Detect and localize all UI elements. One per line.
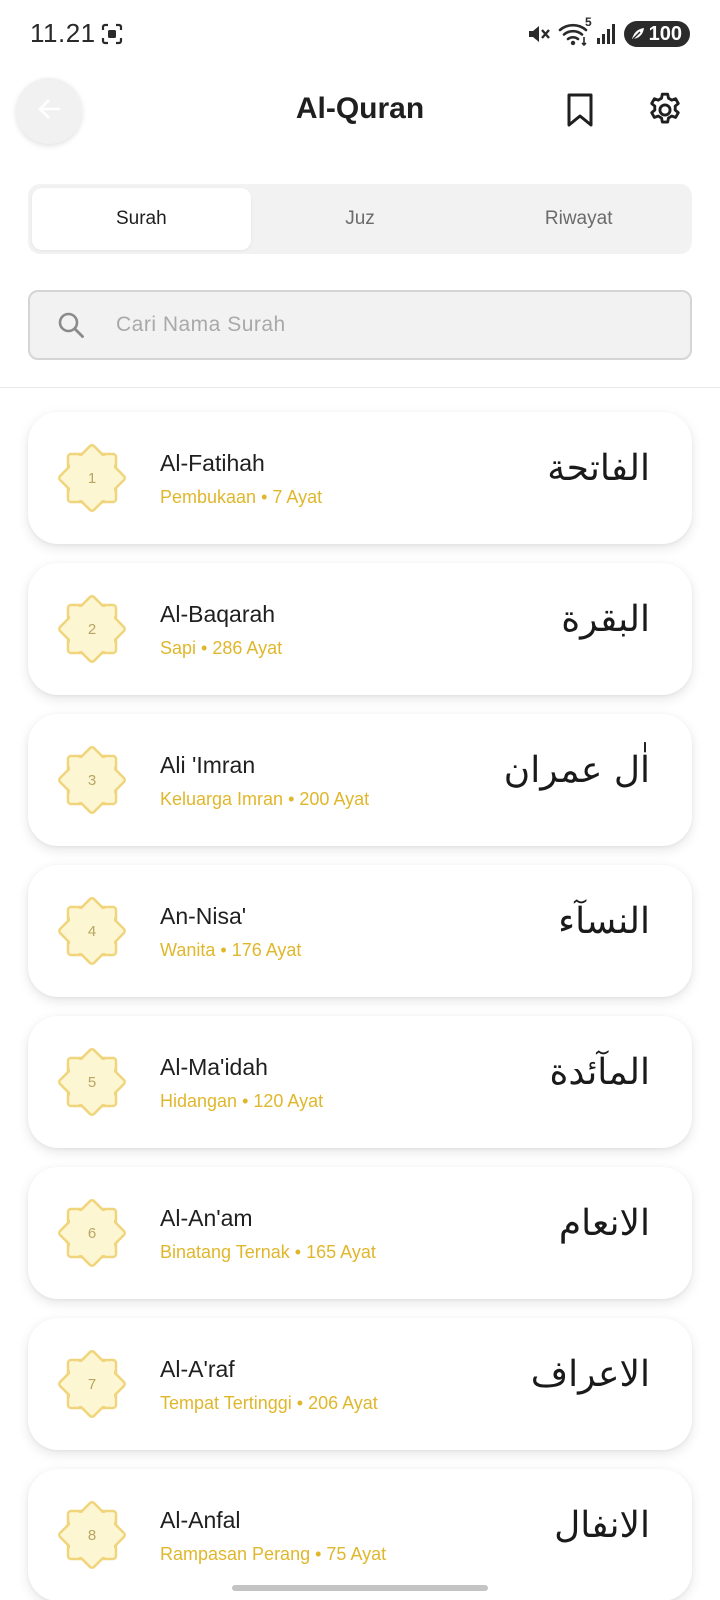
surah-name: Al-Anfal	[160, 1507, 241, 1533]
surah-number: 3	[87, 771, 97, 789]
surah-name: Al-Baqarah	[160, 601, 276, 627]
surah-number: 5	[87, 1073, 97, 1091]
surah-ayat-count: 200 Ayat	[299, 789, 370, 809]
settings-button[interactable]	[644, 91, 686, 133]
bookmark-button[interactable]	[562, 92, 598, 132]
status-time: 11.21	[30, 18, 96, 48]
surah-meaning: Rampasan Perang	[160, 1544, 311, 1564]
surah-arabic-name: الفاتحة	[547, 448, 650, 489]
search-input[interactable]	[116, 292, 690, 358]
surah-meta: Binatang Ternak • 165 Ayat	[160, 1242, 376, 1263]
surah-card-2[interactable]: 2 Al-Baqarah Sapi • 286 Ayat البقرة	[28, 563, 692, 695]
surah-number-badge: 1	[54, 440, 130, 516]
search-icon	[56, 310, 86, 340]
search-box[interactable]	[28, 290, 692, 360]
meta-separator: •	[315, 1544, 327, 1564]
meta-separator: •	[220, 940, 232, 960]
surah-arabic-name: الاعراف	[530, 1354, 650, 1395]
surah-name: Al-Fatihah	[160, 450, 265, 476]
surah-meaning: Sapi	[160, 638, 197, 658]
surah-number: 2	[87, 620, 97, 638]
status-icons: 5 100	[526, 15, 690, 48]
surah-meta: Pembukaan • 7 Ayat	[160, 487, 322, 508]
surah-name: An-Nisa'	[160, 903, 247, 929]
status-bar: 11.21 5 100	[0, 0, 720, 68]
surah-ayat-count: 176 Ayat	[231, 940, 302, 960]
surah-name: Al-An'am	[160, 1205, 253, 1231]
surah-meta: Rampasan Perang • 75 Ayat	[160, 1544, 386, 1565]
surah-number-badge: 3	[54, 742, 130, 818]
bookmark-icon	[566, 92, 594, 133]
surah-number: 4	[87, 922, 97, 940]
surah-number-badge: 7	[54, 1346, 130, 1422]
app-screen: 11.21 5 100 Al-Quran Surah Juz Riwayat C…	[0, 0, 720, 1600]
surah-ayat-count: 286 Ayat	[212, 638, 283, 658]
meta-separator: •	[296, 1393, 309, 1413]
meta-separator: •	[288, 789, 300, 809]
meta-separator: •	[294, 1242, 307, 1262]
surah-number-badge: 8	[54, 1497, 130, 1573]
surah-ayat-count: 7 Ayat	[272, 487, 323, 507]
surah-meaning: Pembukaan	[160, 487, 257, 507]
network-label: 5	[584, 15, 592, 29]
surah-name: Al-Ma'idah	[160, 1054, 268, 1080]
surah-card-4[interactable]: 4 An-Nisa' Wanita • 176 Ayat النسآء	[28, 865, 692, 997]
surah-number: 1	[87, 469, 97, 487]
surah-card-8[interactable]: 8 Al-Anfal Rampasan Perang • 75 Ayat الا…	[28, 1469, 692, 1600]
mute-icon	[526, 22, 552, 46]
battery-level: 100	[648, 22, 682, 45]
surah-card-1[interactable]: 1 Al-Fatihah Pembukaan • 7 Ayat الفاتحة	[28, 412, 692, 544]
surah-meta: Sapi • 286 Ayat	[160, 638, 282, 659]
surah-number: 8	[87, 1526, 97, 1544]
tab-riwayat[interactable]: Riwayat	[469, 188, 688, 250]
surah-meaning: Tempat Tertinggi	[160, 1393, 292, 1413]
meta-separator: •	[242, 1091, 254, 1111]
surah-number: 6	[87, 1224, 97, 1242]
surah-meta: Wanita • 176 Ayat	[160, 940, 301, 961]
surah-ayat-count: 75 Ayat	[326, 1544, 387, 1564]
battery-saver-icon	[630, 26, 646, 42]
surah-meaning: Keluarga Imran	[160, 789, 284, 809]
battery-indicator: 100	[623, 21, 690, 47]
surah-meta: Keluarga Imran • 200 Ayat	[160, 789, 369, 810]
wifi-icon: 5	[558, 15, 592, 47]
surah-number: 7	[87, 1375, 97, 1393]
surah-number-badge: 5	[54, 1044, 130, 1120]
app-header: Al-Quran	[0, 76, 720, 150]
surah-arabic-name: الانعام	[558, 1203, 650, 1244]
surah-meta: Tempat Tertinggi • 206 Ayat	[160, 1393, 378, 1414]
surah-card-3[interactable]: 3 Ali 'Imran Keluarga Imran • 200 Ayat ا…	[28, 714, 692, 846]
surah-card-5[interactable]: 5 Al-Ma'idah Hidangan • 120 Ayat المآئدة	[28, 1016, 692, 1148]
surah-ayat-count: 120 Ayat	[253, 1091, 324, 1111]
surah-arabic-name: المآئدة	[549, 1052, 650, 1093]
gear-icon	[646, 91, 684, 134]
surah-number-badge: 6	[54, 1195, 130, 1271]
signal-icon	[596, 23, 618, 45]
screenshot-icon	[100, 22, 124, 46]
surah-meaning: Binatang Ternak	[160, 1242, 290, 1262]
surah-number-badge: 4	[54, 893, 130, 969]
surah-arabic-name: النسآء	[558, 901, 650, 942]
meta-separator: •	[201, 638, 213, 658]
tab-surah[interactable]: Surah	[32, 188, 251, 250]
tab-bar: Surah Juz Riwayat	[28, 184, 692, 254]
surah-meaning: Hidangan	[160, 1091, 238, 1111]
home-indicator[interactable]	[232, 1585, 488, 1591]
page-title: Al-Quran	[295, 92, 425, 125]
surah-card-7[interactable]: 7 Al-A'raf Tempat Tertinggi • 206 Ayat ا…	[28, 1318, 692, 1450]
tab-juz[interactable]: Juz	[251, 188, 470, 250]
surah-number-badge: 2	[54, 591, 130, 667]
surah-card-6[interactable]: 6 Al-An'am Binatang Ternak • 165 Ayat ال…	[28, 1167, 692, 1299]
header-divider	[0, 387, 720, 388]
surah-meaning: Wanita	[160, 940, 216, 960]
meta-separator: •	[261, 487, 273, 507]
surah-meta: Hidangan • 120 Ayat	[160, 1091, 323, 1112]
surah-arabic-name: اٰل عمران	[503, 750, 650, 791]
surah-arabic-name: البقرة	[561, 599, 650, 640]
surah-arabic-name: الانفال	[554, 1505, 650, 1546]
surah-name: Ali 'Imran	[160, 752, 256, 778]
surah-ayat-count: 165 Ayat	[306, 1242, 376, 1262]
surah-ayat-count: 206 Ayat	[308, 1393, 378, 1413]
surah-name: Al-A'raf	[160, 1356, 235, 1382]
